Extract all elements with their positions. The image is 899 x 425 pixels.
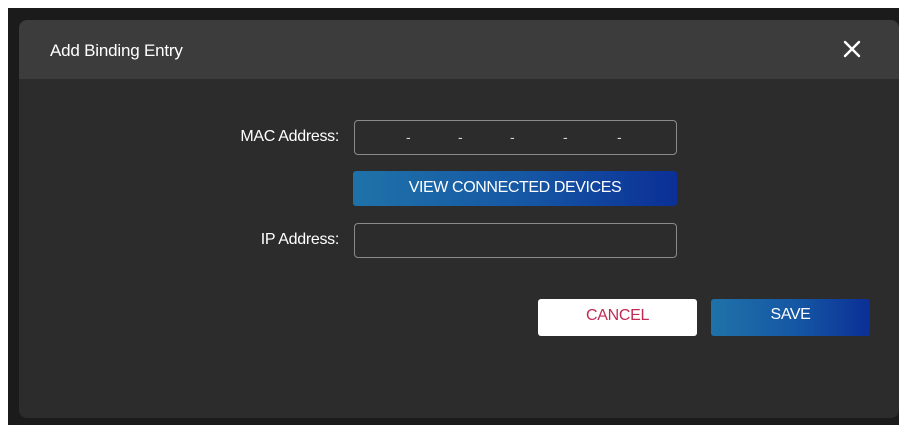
mac-separator: - xyxy=(563,129,568,145)
cancel-button[interactable]: CANCEL xyxy=(538,299,697,336)
dialog-header: Add Binding Entry xyxy=(19,20,899,79)
mac-address-label: MAC Address: xyxy=(240,128,339,145)
mac-address-field[interactable]: - - - - - xyxy=(354,120,677,155)
mac-separator: - xyxy=(617,129,622,145)
ip-address-input[interactable] xyxy=(354,223,677,258)
mac-separator: - xyxy=(458,129,463,145)
add-binding-dialog: Add Binding Entry MAC Address: - - - - -… xyxy=(19,20,899,418)
dialog-title: Add Binding Entry xyxy=(50,41,183,60)
mac-separator: - xyxy=(406,129,411,145)
close-icon xyxy=(843,40,861,58)
ip-address-label: IP Address: xyxy=(260,231,340,248)
close-button[interactable] xyxy=(841,38,863,60)
view-connected-devices-button[interactable]: VIEW CONNECTED DEVICES xyxy=(353,171,677,206)
save-button[interactable]: SAVE xyxy=(711,299,870,336)
mac-separator: - xyxy=(510,129,515,145)
